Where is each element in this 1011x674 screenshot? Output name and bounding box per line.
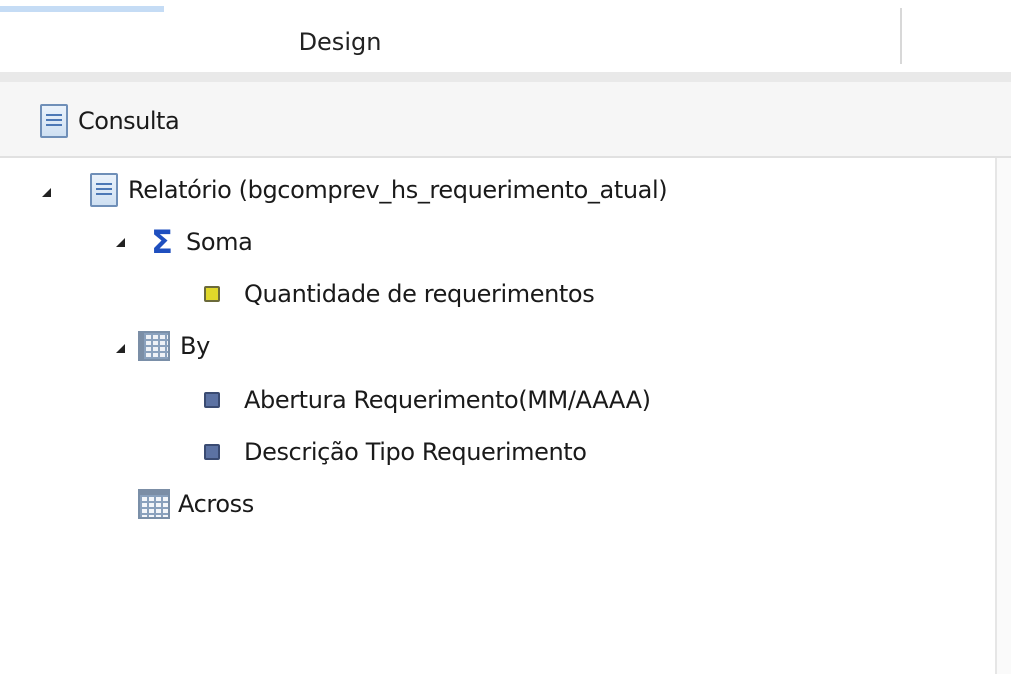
query-node[interactable]: Consulta — [40, 104, 180, 138]
tree-node-by[interactable]: By — [138, 328, 210, 364]
query-node-label: Consulta — [78, 107, 180, 135]
tab-bar: Design — [0, 0, 1011, 72]
tree-node-across[interactable]: Across — [138, 486, 254, 522]
expand-collapse-icon[interactable] — [116, 344, 125, 353]
tree-node-report-label: Relatório (bgcomprev_hs_requerimento_atu… — [128, 176, 668, 204]
tree-node-sum-label: Soma — [186, 228, 253, 256]
document-icon — [40, 104, 68, 138]
tab-design[interactable]: Design — [0, 12, 680, 72]
grid-icon — [138, 331, 170, 361]
tab-design-label: Design — [298, 28, 382, 56]
dimension-field-icon — [204, 392, 220, 408]
expand-collapse-icon[interactable] — [42, 188, 51, 197]
tree-field-measure[interactable]: Quantidade de requerimentos — [204, 276, 595, 312]
sigma-icon: Σ — [151, 223, 173, 261]
tree-field-dimension[interactable]: Abertura Requerimento(MM/AAAA) — [204, 382, 651, 418]
query-header: Consulta — [0, 82, 1011, 158]
tree-field-label: Abertura Requerimento(MM/AAAA) — [244, 386, 651, 414]
tree-node-by-label: By — [180, 332, 210, 360]
vertical-scrollbar[interactable] — [995, 158, 1011, 674]
tree-field-label: Descrição Tipo Requerimento — [244, 438, 587, 466]
tree-node-sum[interactable]: Σ Soma — [148, 223, 253, 261]
tree-field-label: Quantidade de requerimentos — [244, 280, 595, 308]
tab-bar-divider — [0, 72, 1011, 82]
expand-collapse-icon[interactable] — [116, 238, 125, 247]
grid-icon — [138, 489, 170, 519]
tree-field-dimension[interactable]: Descrição Tipo Requerimento — [204, 434, 587, 470]
tree-node-report[interactable]: Relatório (bgcomprev_hs_requerimento_atu… — [90, 172, 668, 208]
query-tree: Relatório (bgcomprev_hs_requerimento_atu… — [0, 158, 990, 674]
document-icon — [90, 173, 118, 207]
measure-field-icon — [204, 286, 220, 302]
tab-separator — [900, 8, 902, 64]
dimension-field-icon — [204, 444, 220, 460]
tree-node-across-label: Across — [178, 490, 254, 518]
